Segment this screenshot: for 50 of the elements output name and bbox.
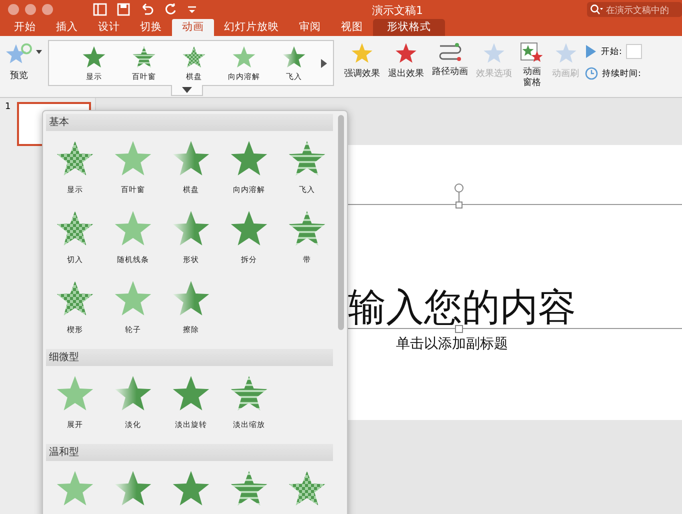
section-header: 基本 [46, 114, 333, 131]
search-icon [590, 4, 604, 15]
ribbon-button[interactable]: 强调效果 [340, 40, 384, 92]
star-icon [4, 42, 34, 66]
ribbon-button[interactable]: 退出效果 [384, 40, 428, 92]
slide-title[interactable]: 输入您的内容 [348, 282, 576, 333]
ribbon-tab[interactable]: 审阅 [289, 19, 331, 36]
undo-icon[interactable] [140, 3, 154, 16]
timing-label: 开始: [601, 46, 622, 58]
star-icon [231, 44, 257, 70]
star-icon [281, 44, 307, 70]
star-icon [81, 44, 107, 70]
redo-icon[interactable] [164, 3, 177, 16]
customize-icon[interactable] [187, 4, 197, 14]
slide-number: 1 [5, 102, 11, 114]
sidebar-icon[interactable] [93, 3, 107, 16]
ribbon-tab[interactable]: 插入 [46, 19, 88, 36]
preview-button[interactable]: 预览 [2, 40, 34, 92]
rotate-handle-icon[interactable] [454, 183, 464, 209]
ribbon-tab[interactable]: 切换 [130, 19, 172, 36]
star-icon [131, 44, 157, 70]
animation-pane-icon [520, 42, 544, 64]
resize-handle[interactable] [455, 325, 463, 333]
ribbon-tab[interactable]: 形状格式 [373, 19, 445, 36]
ribbon-tab[interactable]: 幻灯片放映 [214, 19, 289, 36]
slide-subtitle[interactable]: 单击以添加副标题 [396, 335, 508, 353]
zoom-button[interactable] [42, 4, 53, 15]
section-header: 细微型 [46, 349, 333, 366]
start-field[interactable] [626, 44, 642, 59]
scrollbar[interactable] [338, 115, 344, 330]
section-header: 温和型 [46, 444, 333, 461]
ribbon-tab[interactable]: 动画 [172, 19, 214, 36]
expand-gallery-button[interactable] [171, 85, 203, 96]
play-icon [585, 45, 597, 58]
path-icon [437, 42, 463, 64]
minimize-button[interactable] [25, 4, 36, 15]
ribbon-button[interactable]: 动画窗格 [516, 40, 548, 92]
search-field[interactable]: 在演示文稿中的 [587, 2, 682, 17]
close-button[interactable] [8, 4, 19, 15]
save-icon[interactable] [117, 3, 130, 16]
ribbon-button[interactable]: 路径动画 [428, 40, 472, 92]
ribbon-tab[interactable]: 设计 [88, 19, 130, 36]
clock-icon [585, 67, 598, 80]
timing-label: 持续时间: [602, 68, 641, 80]
star-icon [181, 44, 207, 70]
scroll-right-icon[interactable] [321, 58, 327, 68]
window-title: 演示文稿1 [372, 3, 423, 18]
ribbon-tab[interactable]: 视图 [331, 19, 373, 36]
caret-icon[interactable] [36, 50, 42, 54]
ribbon-tab[interactable]: 开始 [4, 19, 46, 36]
